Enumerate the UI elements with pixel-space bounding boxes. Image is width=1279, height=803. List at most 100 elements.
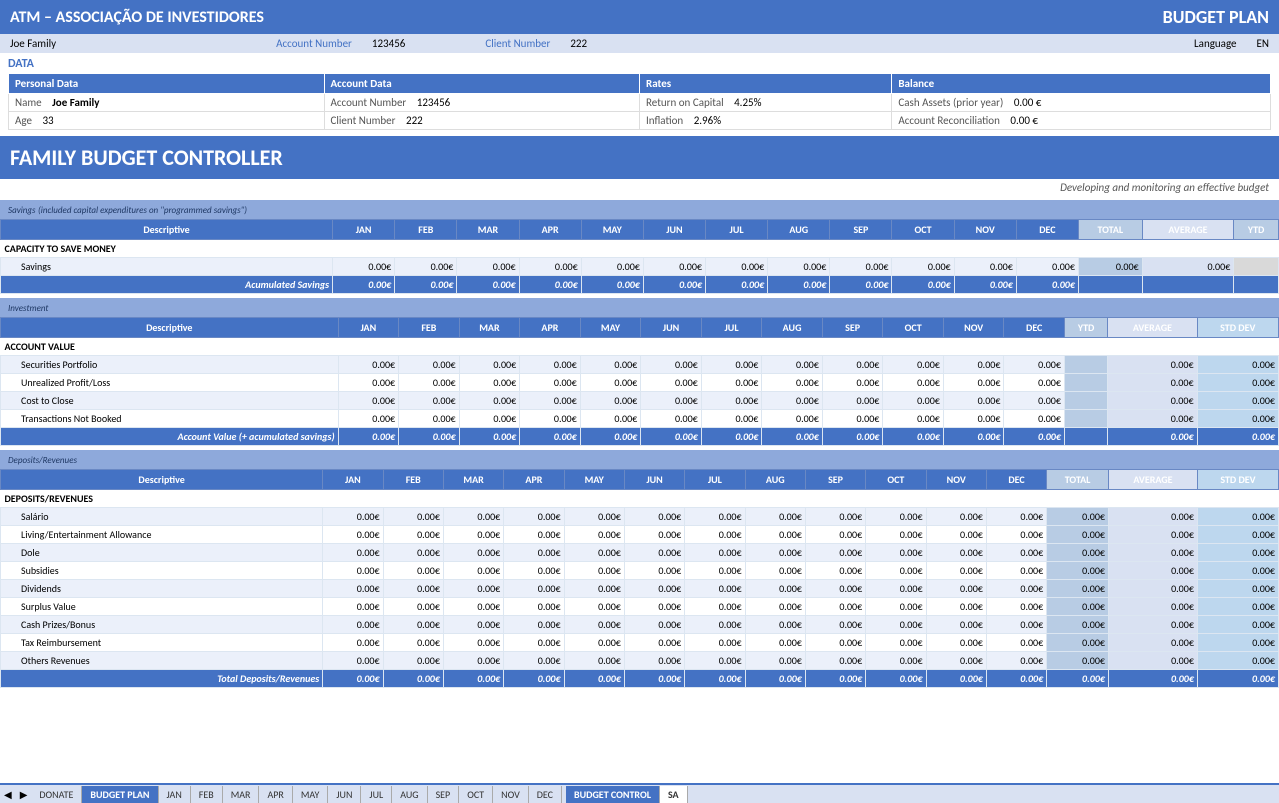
tab-budget-plan[interactable]: BUDGET PLAN xyxy=(82,786,158,803)
dep-apr: APR xyxy=(504,470,564,490)
budget-plan-title: BUDGET PLAN xyxy=(1163,6,1269,28)
tab-mar[interactable]: MAR xyxy=(223,786,260,803)
inflation-value: 2.96% xyxy=(694,114,721,127)
tab-jun[interactable]: JUN xyxy=(328,786,361,803)
tab-jan[interactable]: JAN xyxy=(159,786,191,803)
inflation-label: Inflation xyxy=(646,114,683,127)
reconciliation-value: 0.00 € xyxy=(1010,114,1038,127)
tab-aug[interactable]: AUG xyxy=(392,786,427,803)
inv-feb: FEB xyxy=(399,318,460,338)
savings-feb-header: FEB xyxy=(395,220,457,240)
savings-jul-header: JUL xyxy=(706,220,768,240)
acc-num-value: 123456 xyxy=(417,96,450,109)
deposits-header-row: Descriptive JAN FEB MAR APR MAY JUN JUL … xyxy=(1,470,1279,490)
account-data-header: Account Data xyxy=(324,74,640,94)
dep-std-header: STD DEV xyxy=(1197,470,1278,490)
deposits-table: Descriptive JAN FEB MAR APR MAY JUN JUL … xyxy=(0,469,1279,688)
tab-nav: DONATE BUDGET PLAN JAN FEB MAR APR MAY J… xyxy=(31,786,562,803)
data-section: DATA Personal Data Account Data Rates Ba… xyxy=(0,53,1279,132)
inv-avg-header: AVERAGE xyxy=(1108,318,1197,338)
inv-apr: APR xyxy=(520,318,581,338)
investment-row: Unrealized Profit/Loss0.00€0.00€0.00€0.0… xyxy=(1,374,1279,392)
dep-desc-header: Descriptive xyxy=(1,470,323,490)
tab-left-arrow[interactable]: ◀ xyxy=(0,786,16,803)
age-label: Age xyxy=(15,114,32,127)
savings-category-row: CAPACITY TO SAVE MONEY xyxy=(1,240,1279,258)
name-value: Joe Family xyxy=(52,96,99,109)
tab-may[interactable]: MAY xyxy=(293,786,328,803)
savings-dec-header: DEC xyxy=(1016,220,1078,240)
account-number-label: Account Number xyxy=(276,37,352,50)
dep-aug: AUG xyxy=(745,470,805,490)
tab-jul[interactable]: JUL xyxy=(361,786,392,803)
age-value: 33 xyxy=(42,114,53,127)
language-value: EN xyxy=(1257,37,1269,50)
savings-row: Savings0.00€0.00€0.00€0.00€0.00€0.00€0.0… xyxy=(1,258,1279,276)
tab-budget-control[interactable]: BUDGET CONTROL xyxy=(566,786,660,803)
dep-jul: JUL xyxy=(685,470,745,490)
name-label: Name xyxy=(15,96,42,109)
tab-dec[interactable]: DEC xyxy=(529,786,562,803)
savings-avg-header: AVERAGE xyxy=(1142,220,1234,240)
savings-sep-header: SEP xyxy=(830,220,892,240)
deposits-row: Total Deposits/Revenues0.00€0.00€0.00€0.… xyxy=(1,670,1279,688)
savings-desc-header: Descriptive xyxy=(1,220,333,240)
savings-nov-header: NOV xyxy=(954,220,1016,240)
savings-aug-header: AUG xyxy=(768,220,830,240)
savings-apr-header: APR xyxy=(519,220,581,240)
dep-nov: NOV xyxy=(926,470,986,490)
data-row-1: Name Joe Family Account Number 123456 Re… xyxy=(9,94,1271,112)
inv-jan: JAN xyxy=(338,318,399,338)
right-tabs: BUDGET CONTROL SA xyxy=(566,786,688,803)
header: ATM – ASSOCIAÇÃO DE INVESTIDORES BUDGET … xyxy=(0,0,1279,34)
tab-apr[interactable]: APR xyxy=(259,786,292,803)
tab-donate[interactable]: DONATE xyxy=(31,786,82,803)
cash-value: 0.00 € xyxy=(1014,96,1042,109)
tab-feb[interactable]: FEB xyxy=(191,786,223,803)
savings-jun-header: JUN xyxy=(643,220,705,240)
tab-right-arrow[interactable]: ▶ xyxy=(16,786,32,803)
return-label: Return on Capital xyxy=(646,96,724,109)
dep-may: MAY xyxy=(564,470,624,490)
app-title: ATM – ASSOCIAÇÃO DE INVESTIDORES xyxy=(10,8,264,27)
tab-oct[interactable]: OCT xyxy=(459,786,493,803)
tab-sep[interactable]: SEP xyxy=(428,786,460,803)
balance-header: Balance xyxy=(892,74,1271,94)
subheader: Joe Family Account Number 123456 Client … xyxy=(0,34,1279,53)
investment-row: Transactions Not Booked0.00€0.00€0.00€0.… xyxy=(1,410,1279,428)
investment-table: Descriptive JAN FEB MAR APR MAY JUN JUL … xyxy=(0,317,1279,446)
language-label: Language xyxy=(1194,37,1236,50)
savings-row: Acumulated Savings0.00€0.00€0.00€0.00€0.… xyxy=(1,276,1279,294)
dep-sep: SEP xyxy=(805,470,865,490)
dep-jan: JAN xyxy=(323,470,383,490)
inv-jul: JUL xyxy=(701,318,762,338)
savings-table: Descriptive JAN FEB MAR APR MAY JUN JUL … xyxy=(0,219,1279,294)
savings-total-header: TOTAL xyxy=(1078,220,1142,240)
account-number-value: 123456 xyxy=(372,37,405,50)
inv-may: MAY xyxy=(580,318,641,338)
deposits-row: Dole0.00€0.00€0.00€0.00€0.00€0.00€0.00€0… xyxy=(1,544,1279,562)
fbc-header: FAMILY BUDGET CONTROLLER xyxy=(0,136,1279,179)
savings-mar-header: MAR xyxy=(457,220,519,240)
client-num-value: 222 xyxy=(406,114,423,127)
deposits-row: Tax Reimbursement0.00€0.00€0.00€0.00€0.0… xyxy=(1,634,1279,652)
deposits-row: Living/Entertainment Allowance0.00€0.00€… xyxy=(1,526,1279,544)
investment-section-bar: Investment xyxy=(0,298,1279,317)
savings-section-bar: Savings (included capital expenditures o… xyxy=(0,200,1279,219)
client-num-label: Client Number xyxy=(331,114,396,127)
tab-sa[interactable]: SA xyxy=(660,786,688,803)
inv-aug: AUG xyxy=(762,318,823,338)
cash-label: Cash Assets (prior year) xyxy=(898,96,1003,109)
data-row-2: Age 33 Client Number 222 Inflation 2.96%… xyxy=(9,112,1271,130)
investment-category-row: ACCOUNT VALUE xyxy=(1,338,1279,356)
inv-sep: SEP xyxy=(822,318,883,338)
inv-jun: JUN xyxy=(641,318,702,338)
dep-mar: MAR xyxy=(443,470,503,490)
investment-header-row: Descriptive JAN FEB MAR APR MAY JUN JUL … xyxy=(1,318,1279,338)
deposits-row: Cash Prizes/Bonus0.00€0.00€0.00€0.00€0.0… xyxy=(1,616,1279,634)
deposits-row: Surplus Value0.00€0.00€0.00€0.00€0.00€0.… xyxy=(1,598,1279,616)
deposits-row: Subsidies0.00€0.00€0.00€0.00€0.00€0.00€0… xyxy=(1,562,1279,580)
inv-nov: NOV xyxy=(943,318,1004,338)
inv-dec: DEC xyxy=(1004,318,1065,338)
tab-nov[interactable]: NOV xyxy=(493,786,529,803)
